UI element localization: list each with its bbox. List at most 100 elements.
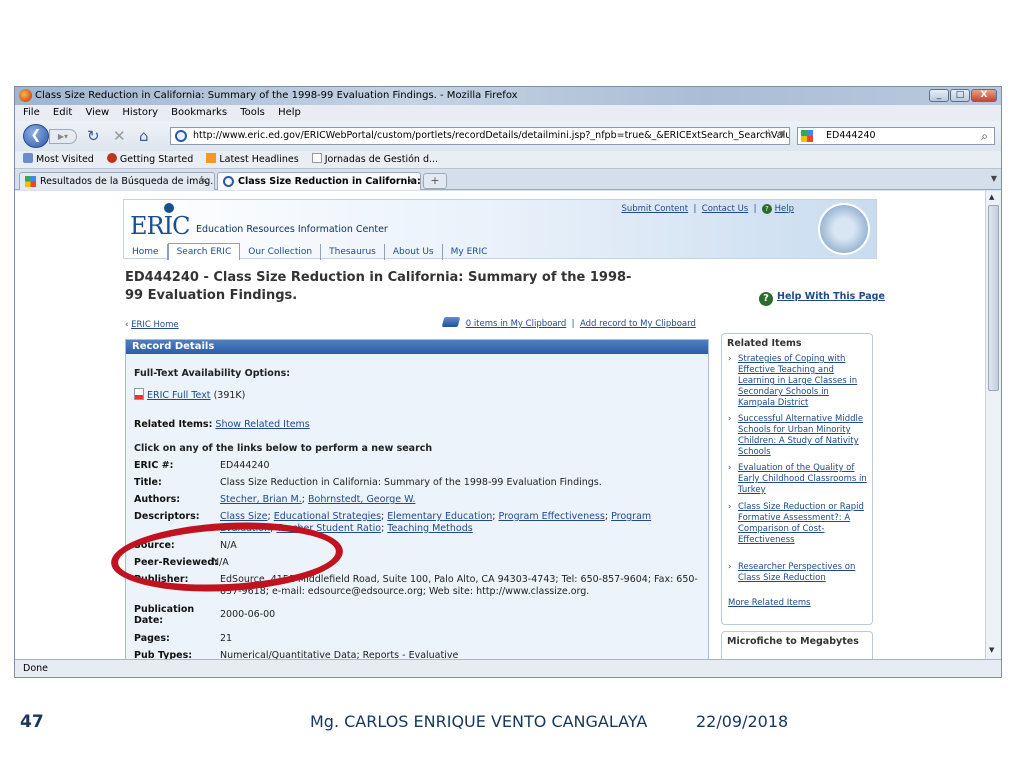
menu-bookmarks[interactable]: Bookmarks [171,107,227,118]
maximize-button[interactable]: □ [950,89,970,102]
menu-help[interactable]: Help [278,107,301,118]
arrow-icon: › [728,414,732,424]
title-label: Title: [134,477,162,488]
scroll-up-icon[interactable]: ▲ [989,193,994,201]
nav-search-eric[interactable]: Search ERIC [167,243,241,260]
reload-icon[interactable]: ↻ [87,127,100,145]
author-link[interactable]: Bohrnstedt, George W. [308,494,415,505]
nav-thesaurus[interactable]: Thesaurus [321,244,385,260]
pdf-icon [134,388,144,400]
page-content: ERIC Education Resources Information Cen… [15,191,985,659]
menu-file[interactable]: File [23,107,40,118]
menu-view[interactable]: View [85,107,109,118]
new-tab-button[interactable]: + [423,173,447,189]
tab-list-icon[interactable]: ▼ [991,174,997,183]
related-item[interactable]: › Successful Alternative Middle Schools f… [728,414,868,458]
eric-home-link[interactable]: ‹ ERIC Home [125,320,179,330]
tab-class-size[interactable]: Class Size Reduction in California: ... … [217,172,421,190]
clipboard-links: 0 items in My Clipboard | Add record to … [441,317,696,329]
stop-icon[interactable]: ✕ [113,127,126,145]
page-icon [311,153,322,163]
home-icon[interactable]: ⌂ [139,127,149,145]
slide-date: 22/09/2018 [696,712,789,731]
bookmarks-toolbar: Most Visited Getting Started Latest Head… [15,151,1001,169]
page-title: ED444240 - Class Size Reduction in Calif… [125,270,632,303]
most-visited-icon [23,153,33,163]
back-button[interactable]: ❮ [23,124,49,148]
pub-types-value: Numerical/Quantitative Data; Reports - E… [220,650,459,659]
slide: Class Size Reduction in California: Summ… [0,0,1024,768]
descriptor-link[interactable]: Elementary Education [387,511,492,522]
scroll-down-icon[interactable]: ▼ [989,646,994,654]
descriptor-link[interactable]: Class Size [220,511,268,522]
google-tab-icon [25,176,36,187]
help-link[interactable]: Help [775,204,794,214]
eric-logo[interactable]: ERIC [130,212,190,240]
nav-about-us[interactable]: About Us [385,244,443,260]
show-related-link[interactable]: Show Related Items [215,419,309,430]
authors-label: Authors: [134,494,181,505]
help-with-page-link[interactable]: ? Help With This Page [759,291,885,306]
slide-number: 47 [20,712,44,732]
bookmark-most-visited[interactable]: Most Visited [23,153,94,165]
url-bar[interactable]: http://www.eric.ed.gov/ERICWebPortal/cus… [170,127,790,145]
search-icon[interactable]: ⌕ [981,128,988,144]
nav-our-collection[interactable]: Our Collection [240,244,322,260]
arrow-icon: › [728,562,732,572]
vertical-scrollbar[interactable]: ▲ ▼ [985,191,1001,659]
firefox-icon [19,89,32,102]
globe-tab-icon [223,176,234,187]
forward-dropdown-button[interactable]: ▶▾ [49,129,77,144]
related-item[interactable]: › Class Size Reduction or Rapid Formative… [728,502,868,546]
navigation-toolbar: ❮ ▶▾ ↻ ✕ ⌂ http://www.eric.ed.gov/ERICWe… [15,121,1001,151]
record-details-panel: Record Details Full-Text Availability Op… [125,339,709,659]
record-details-heading: Record Details [126,340,708,354]
tab-close-icon[interactable]: ✕ [407,173,415,190]
publication-date-label: Publication Date: [134,604,195,626]
close-button[interactable]: X [971,89,997,102]
menu-history[interactable]: History [122,107,158,118]
menu-tools[interactable]: Tools [240,107,265,118]
help-icon: ? [761,204,772,214]
title-bar: Class Size Reduction in California: Summ… [15,87,1001,105]
browser-window: Class Size Reduction in California: Summ… [14,86,1002,678]
arrow-icon: › [728,502,732,512]
more-related-items-link[interactable]: More Related Items [728,598,811,608]
submit-content-link[interactable]: Submit Content [621,204,688,214]
bookmark-latest-headlines[interactable]: Latest Headlines [206,153,299,165]
related-item[interactable]: › Evaluation of the Quality of Early Chil… [728,463,868,496]
menu-edit[interactable]: Edit [53,107,72,118]
related-items-panel: Related Items › Strategies of Coping with… [721,333,873,625]
descriptor-link[interactable]: Educational Strategies [274,511,381,522]
microfiche-panel: Microfiche to Megabytes [721,631,873,659]
eric-number-value: ED444240 [220,460,270,471]
contact-us-link[interactable]: Contact Us [702,204,748,214]
related-item[interactable]: › Strategies of Coping with Effective Tea… [728,354,868,409]
publication-date-value: 2000-06-00 [220,609,276,620]
add-to-clipboard-link[interactable]: Add record to My Clipboard [580,319,696,329]
bookmark-star-icon[interactable]: ☆ ▾ [763,127,785,142]
nav-my-eric[interactable]: My ERIC [443,244,496,260]
author-link[interactable]: Stecher, Brian M. [220,494,302,505]
pages-value: 21 [220,633,233,644]
bookmark-jornadas[interactable]: Jornadas de Gestión d... [311,153,438,165]
tab-image-results[interactable]: Resultados de la Búsqueda de imág... ✕ [19,172,215,190]
microfiche-heading: Microfiche to Megabytes [727,636,859,647]
scroll-thumb[interactable] [988,205,999,391]
clipboard-items-link[interactable]: 0 items in My Clipboard [466,319,567,329]
tab-close-icon[interactable]: ✕ [201,173,209,190]
globe-icon [175,130,187,142]
bookmark-getting-started[interactable]: Getting Started [106,153,193,165]
slide-author: Mg. CARLOS ENRIQUE VENTO CANGALAYA [310,712,648,731]
descriptor-link[interactable]: Teaching Methods [387,523,472,534]
nav-home[interactable]: Home [124,244,168,260]
window-title: Class Size Reduction in California: Summ… [35,90,518,101]
descriptor-link[interactable]: Program Effectiveness [499,511,605,522]
eric-fulltext-link[interactable]: ERIC Full Text [147,390,211,401]
eric-nav: Home Search ERIC Our Collection Thesaurus Ab… [124,243,876,260]
search-box[interactable]: ED444240 ⌕ [797,127,995,145]
fulltext-row: ERIC Full Text (391K) [134,388,245,401]
menu-bar: File Edit View History Bookmarks Tools H… [15,105,1001,121]
related-item[interactable]: › Researcher Perspectives on Class Size R… [728,562,868,584]
minimize-button[interactable]: _ [929,89,949,102]
